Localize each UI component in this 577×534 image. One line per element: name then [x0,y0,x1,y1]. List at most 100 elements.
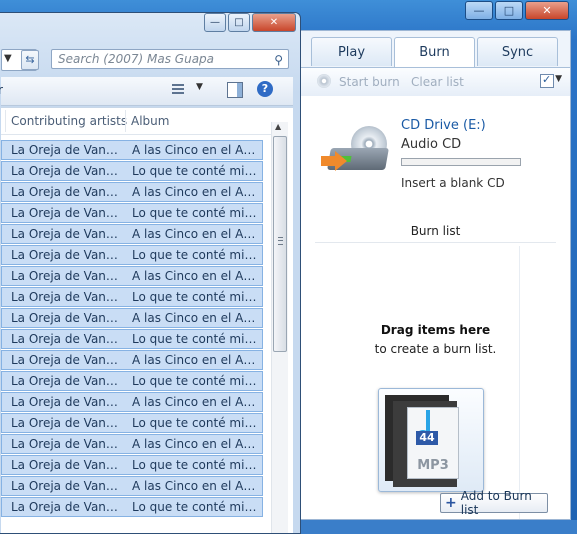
table-row[interactable]: La Oreja de Van G... A las Cinco en el As… [1,392,263,412]
cell-album: A las Cinco en el Ast... [132,395,260,409]
cell-contributing-artist: La Oreja de Van G... [11,227,121,241]
cell-contributing-artist: La Oreja de Van G... [11,164,121,178]
maximize-button[interactable]: □ [228,13,250,32]
table-row[interactable]: La Oreja de Van G... Lo que te conté mien… [1,497,263,517]
minimize-button[interactable]: — [465,1,493,20]
add-to-burn-list-label: Add to Burn list [460,489,532,517]
cell-contributing-artist: La Oreja de Van G... [11,206,121,220]
table-row[interactable]: La Oreja de Van G... Lo que te conté mien… [1,329,263,349]
cell-contributing-artist: La Oreja de Van G... [11,500,121,514]
burn-options-button[interactable]: ▼ [540,73,562,88]
drive-type: Audio CD [401,137,462,152]
help-icon[interactable]: ? [257,81,273,97]
cell-contributing-artist: La Oreja de Van G... [11,395,121,409]
table-row[interactable]: La Oreja de Van G... Lo que te conté mien… [1,413,263,433]
cell-album: Lo que te conté mien... [132,290,260,304]
maximize-button[interactable]: □ [495,1,523,20]
cell-contributing-artist: La Oreja de Van G... [11,185,121,199]
cell-album: A las Cinco en el Ast... [132,143,260,157]
cell-contributing-artist: La Oreja de Van G... [11,353,121,367]
add-to-burn-list-button[interactable]: + Add to Burn list [440,489,548,517]
column-album[interactable]: Album [131,114,169,128]
refresh-button[interactable]: ⇆ [21,50,39,70]
close-button[interactable]: ✕ [525,1,569,20]
drag-hint-title: Drag items here [380,323,491,337]
tab-strip: Play Burn Sync [311,37,570,67]
tab-burn[interactable]: Burn [394,37,475,67]
cell-contributing-artist: La Oreja de Van G... [11,416,121,430]
cell-album: Lo que te conté mien... [132,332,260,346]
table-row[interactable]: La Oreja de Van G... Lo que te conté mien… [1,287,263,307]
cell-album: A las Cinco en el Ast... [132,353,260,367]
table-row[interactable]: La Oreja de Van G... A las Cinco en el As… [1,224,263,244]
search-icon[interactable]: ⚲ [274,51,283,69]
file-count-badge: 44 [416,431,438,445]
table-row[interactable]: La Oreja de Van G... A las Cinco en el As… [1,350,263,370]
cell-contributing-artist: La Oreja de Van G... [11,458,121,472]
cell-album: Lo que te conté mien... [132,500,260,514]
tab-sync[interactable]: Sync [477,37,558,66]
divider [519,246,520,519]
column-header: Contributing artists Album [1,108,287,135]
cell-album: Lo que te conté mien... [132,164,260,178]
cell-album: Lo que te conté mien... [132,416,260,430]
cell-album: A las Cinco en el Ast... [132,185,260,199]
cell-contributing-artist: La Oreja de Van G... [11,248,121,262]
cd-drive-icon [321,126,393,186]
window-controls: — □ ✕ [204,13,296,32]
explorer-window: — □ ✕ ▼ ⇆ Search (2007) Mas Guapa ⚲ r ▼ … [0,12,301,534]
views-icon[interactable] [171,82,187,96]
chevron-up-icon[interactable]: ▲ [275,122,281,131]
checkbox-icon [540,73,554,88]
file-list: Contributing artists Album La Oreja de V… [1,107,293,533]
cell-contributing-artist: La Oreja de Van G... [11,374,121,388]
plus-icon: + [445,495,457,511]
mp3-drag-thumbnail[interactable]: 44 MP3 [378,388,484,492]
vertical-scrollbar[interactable]: ▲ [271,122,288,533]
close-button[interactable]: ✕ [252,13,296,32]
cell-album: Lo que te conté mien... [132,458,260,472]
cell-album: A las Cinco en el Ast... [132,479,260,493]
table-row[interactable]: La Oreja de Van G... A las Cinco en el As… [1,266,263,286]
chevron-down-icon: ▼ [4,53,12,64]
table-row[interactable]: La Oreja de Van G... A las Cinco en el As… [1,476,263,496]
column-contributing-artists[interactable]: Contributing artists [11,114,127,128]
tab-play[interactable]: Play [311,37,392,66]
table-row[interactable]: La Oreja de Van G... A las Cinco en el As… [1,182,263,202]
table-row[interactable]: La Oreja de Van G... A las Cinco en el As… [1,434,263,454]
cell-contributing-artist: La Oreja de Van G... [11,311,121,325]
cell-album: A las Cinco en el Ast... [132,311,260,325]
cell-album: A las Cinco en el Ast... [132,269,260,283]
table-row[interactable]: La Oreja de Van G... Lo que te conté mien… [1,371,263,391]
chevron-down-icon[interactable]: ▼ [196,82,203,92]
scroll-thumb[interactable] [273,136,287,352]
drive-status: Insert a blank CD [401,176,505,190]
cell-contributing-artist: La Oreja de Van G... [11,269,121,283]
cell-contributing-artist: La Oreja de Van G... [11,479,121,493]
divider [315,242,556,243]
organize-menu[interactable]: r [0,83,3,97]
cell-album: A las Cinco en el Ast... [132,437,260,451]
burn-progress-bar [401,158,521,166]
cell-album: Lo que te conté mien... [132,374,260,388]
table-row[interactable]: La Oreja de Van G... Lo que te conté mien… [1,161,263,181]
table-row[interactable]: La Oreja de Van G... Lo que te conté mien… [1,245,263,265]
start-burn-button[interactable]: Start burn [339,75,400,89]
table-row[interactable]: La Oreja de Van G... Lo que te conté mien… [1,203,263,223]
burn-toolbar: Start burn Clear list ▼ [301,67,570,97]
preview-pane-icon[interactable] [227,82,243,98]
window-controls: — □ ✕ [465,1,569,20]
burn-list-heading: Burn list [410,224,461,238]
cell-contributing-artist: La Oreja de Van G... [11,437,121,451]
drive-name-link[interactable]: CD Drive (E:) [401,118,486,133]
cell-album: Lo que te conté mien... [132,248,260,262]
table-row[interactable]: La Oreja de Van G... A las Cinco en el As… [1,140,263,160]
cell-album: A las Cinco en el Ast... [132,227,260,241]
search-input[interactable]: Search (2007) Mas Guapa ⚲ [51,49,289,69]
table-row[interactable]: La Oreja de Van G... Lo que te conté mien… [1,455,263,475]
table-row[interactable]: La Oreja de Van G... A las Cinco en el As… [1,308,263,328]
clear-list-button[interactable]: Clear list [411,75,464,89]
command-bar: r ▼ ? [0,77,293,106]
mp3-file-icon: 44 MP3 [407,407,459,479]
minimize-button[interactable]: — [204,13,226,32]
